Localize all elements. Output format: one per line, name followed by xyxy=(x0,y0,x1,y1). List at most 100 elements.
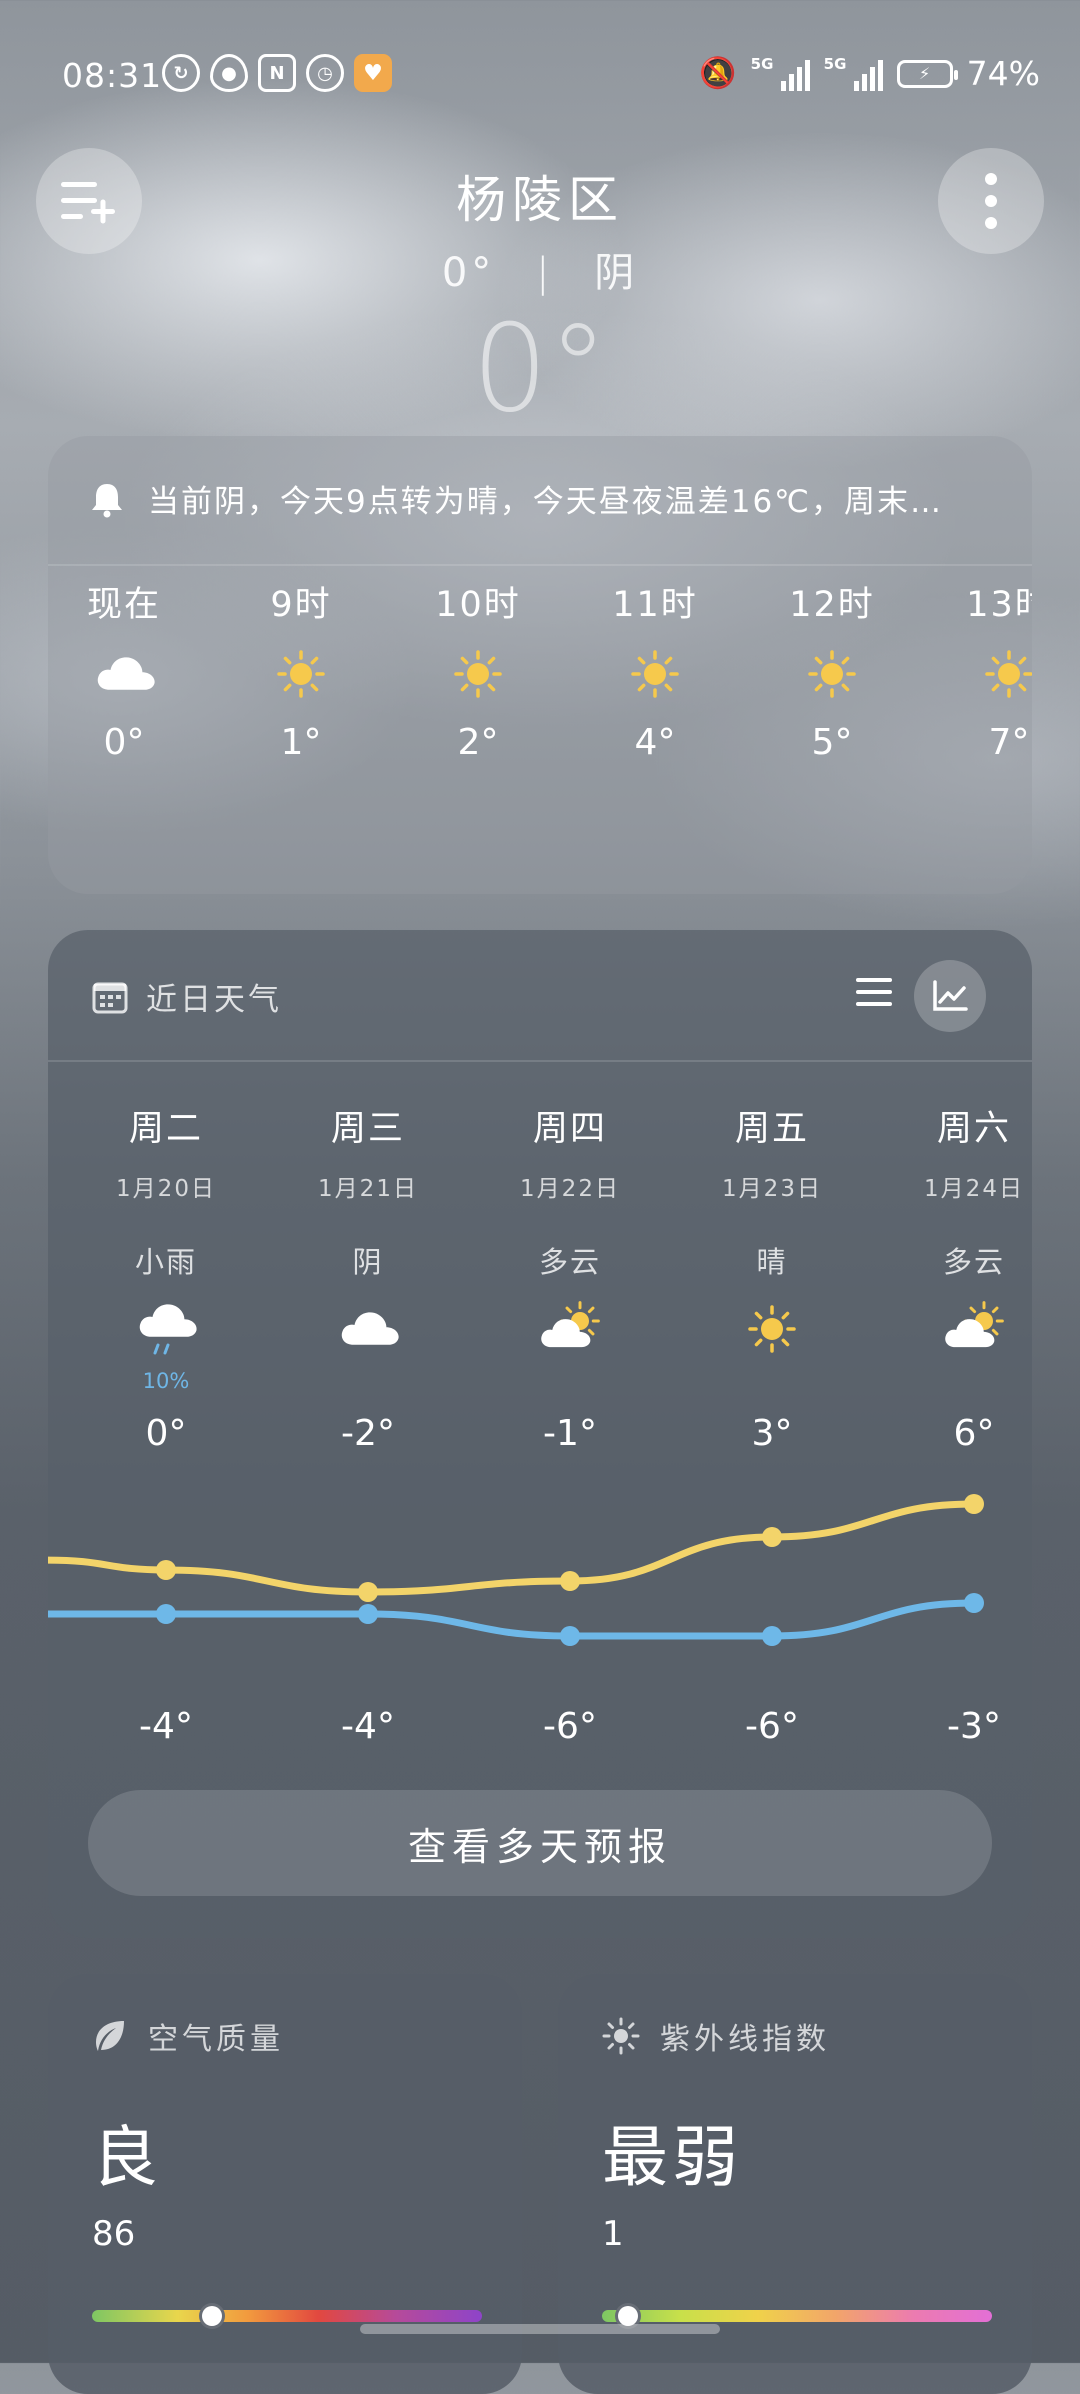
battery-icon: ⚡ xyxy=(896,59,958,88)
air-quality-marker xyxy=(199,2303,225,2329)
daily-item[interactable]: 周六 1月24日 多云 6° xyxy=(884,1100,1032,1454)
hour-icon-wrap xyxy=(64,626,184,722)
day-low: -4° xyxy=(139,1706,193,1747)
low-temp-line xyxy=(48,1599,978,1640)
day-name: 周四 xyxy=(532,1109,607,1149)
multi-day-forecast-button[interactable]: 查看多天预报 xyxy=(88,1790,992,1896)
temperature-line-chart xyxy=(48,1494,984,1646)
cloud-icon xyxy=(97,657,155,690)
day-low: -4° xyxy=(341,1706,395,1747)
hour-icon-wrap xyxy=(418,626,538,722)
air-quality-header: 空气质量 xyxy=(92,2014,284,2058)
hour-label: 13时 xyxy=(966,585,1032,625)
day-date: 1月20日 xyxy=(116,1176,216,1202)
signal-icon-1: 5G xyxy=(750,54,810,91)
hour-label: 11时 xyxy=(612,585,698,625)
rain-icon xyxy=(139,1304,197,1355)
line-chart-icon xyxy=(933,980,968,1011)
daily-title: 近日天气 xyxy=(146,982,282,1018)
summary-separator: | xyxy=(535,250,554,296)
status-right-icons: 🔕 5G 5G ⚡ 74% xyxy=(699,54,1040,93)
hour-temp: 7° xyxy=(988,722,1030,763)
day-icon-wrap xyxy=(278,1289,458,1369)
hour-label: 现在 xyxy=(86,585,161,625)
day-date: 1月23日 xyxy=(722,1176,822,1202)
day-precip xyxy=(480,1369,660,1397)
notice-divider xyxy=(48,564,1032,566)
weather-notice[interactable]: 当前阴，今天9点转为晴，今天昼夜温差16℃，周末… xyxy=(88,476,992,521)
bell-icon xyxy=(92,483,122,517)
hour-label: 10时 xyxy=(435,585,521,625)
signal-tag-2: 5G xyxy=(823,54,847,73)
day-high: 0° xyxy=(145,1413,187,1454)
health-icon: ♥ xyxy=(354,54,392,92)
day-high: 6° xyxy=(953,1413,995,1454)
daily-item[interactable]: 周四 1月22日 多云 -1° xyxy=(480,1100,660,1454)
partly-cloudy-icon xyxy=(541,1301,600,1348)
day-name: 周六 xyxy=(936,1109,1011,1149)
day-icon-wrap xyxy=(884,1289,1032,1369)
current-temp: 0° xyxy=(441,250,496,296)
high-temp-line xyxy=(48,1500,978,1596)
notice-text: 当前阴，今天9点转为晴，今天昼夜温差16℃，周末… xyxy=(148,484,943,520)
daily-item[interactable]: 周二 1月20日 小雨 10% 0° xyxy=(76,1100,256,1454)
low-temp-point-1 xyxy=(358,1604,378,1624)
low-temp-point-4 xyxy=(964,1593,984,1613)
big-temperature: 0° xyxy=(471,300,609,439)
current-summary: 0° | 阴 xyxy=(0,240,1080,298)
day-high: -2° xyxy=(341,1413,395,1454)
day-high: 3° xyxy=(751,1413,793,1454)
daily-card: 近日天气 周二 1月20日 小雨 10% 0° -4° 周三 1月21日阴 -2° -4° 周四 1月… xyxy=(48,930,1032,1938)
uv-level: 最弱 xyxy=(602,2119,742,2196)
status-left-icons: ↻ ● N ◷ ♥ xyxy=(162,54,392,92)
high-temp-point-0 xyxy=(156,1560,176,1580)
high-temp-point-4 xyxy=(964,1494,984,1514)
home-indicator[interactable] xyxy=(360,2324,720,2334)
day-name: 周二 xyxy=(128,1109,203,1149)
sun-icon xyxy=(277,650,325,698)
hour-temp: 4° xyxy=(634,722,676,763)
day-icon-wrap xyxy=(480,1289,660,1369)
daily-item[interactable]: 周五 1月23日晴 3° xyxy=(682,1100,862,1454)
hour-label: 12时 xyxy=(789,585,875,625)
low-temp-point-3 xyxy=(762,1626,782,1646)
high-temp-point-1 xyxy=(358,1582,378,1602)
hour-label: 9时 xyxy=(270,585,332,625)
partly-cloudy-icon xyxy=(945,1301,1004,1348)
day-condition: 晴 xyxy=(756,1245,788,1279)
day-condition: 多云 xyxy=(538,1245,601,1279)
day-precip xyxy=(682,1369,862,1397)
hourly-forecast-list[interactable]: 现在 0° 9时 1° 10时 2° 11时 4° 12时 5° 13时 7° xyxy=(48,576,1032,876)
hourly-item: 13时 7° xyxy=(949,576,1032,763)
hourly-item: 现在 0° xyxy=(64,576,184,763)
day-name: 周三 xyxy=(330,1109,405,1149)
cloud-icon xyxy=(341,1312,399,1345)
status-time: 08:31 xyxy=(62,56,163,95)
day-icon-wrap xyxy=(76,1289,256,1369)
hour-temp: 1° xyxy=(280,722,322,763)
sun-icon xyxy=(454,650,502,698)
battery-percent: 74% xyxy=(966,54,1040,93)
hour-temp: 0° xyxy=(103,722,145,763)
sun-icon xyxy=(631,650,679,698)
air-quality-value: 86 xyxy=(92,2214,136,2254)
uv-header: 紫外线指数 xyxy=(602,2014,830,2058)
alarm-icon: ◷ xyxy=(306,54,344,92)
sun-icon xyxy=(808,650,856,698)
air-quality-level: 良 xyxy=(92,2119,162,2196)
list-view-button[interactable] xyxy=(856,976,892,1012)
eye-icon: ● xyxy=(210,54,248,92)
chart-view-button[interactable] xyxy=(914,960,986,1032)
day-precip: 10% xyxy=(142,1369,190,1393)
air-quality-scale xyxy=(92,2303,482,2329)
sun-outline-icon xyxy=(602,2017,640,2055)
city-name[interactable]: 杨陵区 xyxy=(0,160,1080,232)
sun-icon xyxy=(748,1305,796,1353)
hour-temp: 2° xyxy=(457,722,499,763)
day-condition: 多云 xyxy=(942,1245,1005,1279)
signal-tag-1: 5G xyxy=(750,54,774,73)
daily-item[interactable]: 周三 1月21日阴 -2° xyxy=(278,1100,458,1454)
day-precip xyxy=(884,1369,1032,1397)
day-high: -1° xyxy=(543,1413,597,1454)
nfc-icon: N xyxy=(258,54,296,92)
